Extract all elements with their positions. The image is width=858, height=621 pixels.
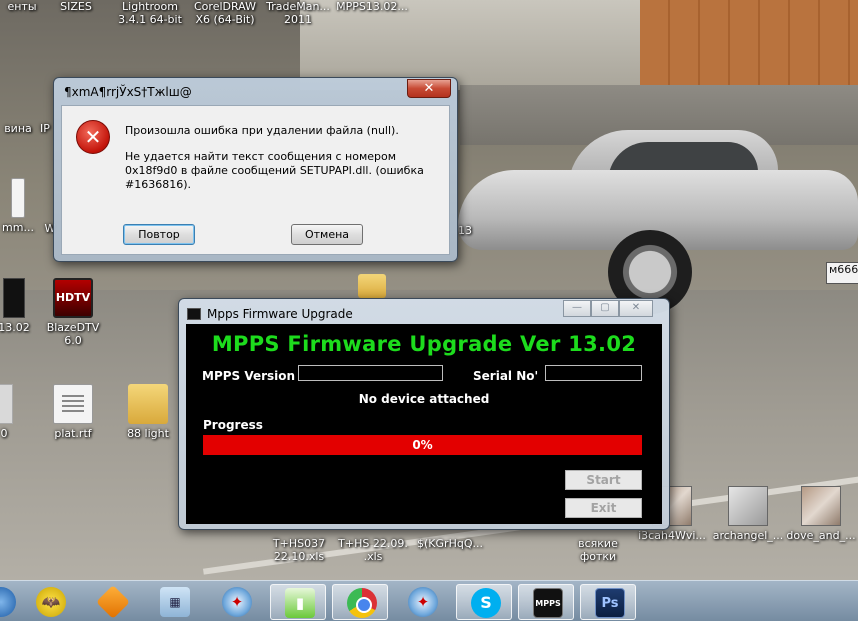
- desktop-icon-image[interactable]: dove_and_...: [784, 486, 858, 542]
- winamp-icon: [96, 585, 130, 619]
- desktop-icon-mpps[interactable]: MPPS13.02...: [336, 0, 408, 13]
- app-icon: [3, 278, 25, 318]
- taskbar-app-batman[interactable]: 🦇: [22, 584, 78, 620]
- skype-icon: S: [471, 588, 501, 618]
- taskbar-app-skype[interactable]: S: [456, 584, 512, 620]
- desktop-icon[interactable]: енты: [0, 0, 44, 13]
- document-icon: [11, 178, 25, 218]
- close-button[interactable]: ✕: [619, 300, 653, 317]
- mpps-window: Mpps Firmware Upgrade — ▢ ✕ MPPS Firmwar…: [178, 298, 670, 530]
- taskbar-app-mpps[interactable]: MPPS: [518, 584, 574, 620]
- start-button[interactable]: Start: [565, 470, 642, 490]
- desktop-icon[interactable]: 13.02: [0, 278, 42, 334]
- exit-button[interactable]: Exit: [565, 498, 642, 518]
- hdtv-icon: HDTV: [53, 278, 93, 318]
- desktop-icon[interactable]: [352, 274, 392, 301]
- desktop-icon-image[interactable]: $(KGrHqQ...: [408, 537, 492, 550]
- desktop-icon-image[interactable]: archangel_...: [710, 486, 786, 542]
- retry-button[interactable]: Повтор: [123, 224, 195, 245]
- cancel-button[interactable]: Отмена: [291, 224, 363, 245]
- desktop-icon-blazedtv[interactable]: HDTV BlazeDTV 6.0: [37, 278, 109, 347]
- mpps-version-label: MPPS Version: [202, 369, 296, 383]
- taskbar-app-photoshop[interactable]: Ps: [580, 584, 636, 620]
- desktop-icon-trademan[interactable]: TradeMan... 2011: [262, 0, 334, 26]
- desktop-icon-plat-rtf[interactable]: plat.rtf: [37, 384, 109, 440]
- wallpaper-car: м666м: [458, 130, 858, 314]
- safari-icon: ✦: [408, 587, 438, 617]
- photoshop-icon: Ps: [595, 588, 625, 618]
- batman-icon: 🦇: [36, 587, 66, 617]
- maximize-button[interactable]: ▢: [591, 300, 619, 317]
- progress-label: Progress: [203, 418, 263, 432]
- app-icon: [0, 384, 13, 424]
- mpps-icon: MPPS: [533, 588, 563, 618]
- chrome-icon: [347, 588, 377, 618]
- mpps-heading: MPPS Firmware Upgrade Ver 13.02: [211, 332, 637, 356]
- serial-no-label: Serial No': [473, 369, 539, 383]
- gsm-icon: ▮: [285, 588, 315, 618]
- desktop-icon-coreldraw[interactable]: CorelDRAW X6 (64-Bit): [187, 0, 263, 26]
- progress-bar: 0%: [203, 435, 642, 455]
- taskbar-app-winamp[interactable]: [84, 584, 140, 620]
- mpps-window-title: Mpps Firmware Upgrade: [207, 307, 353, 321]
- image-thumbnail-icon: [801, 486, 841, 526]
- error-message-detail: Не удается найти текст сообщения с номер…: [125, 150, 424, 191]
- serial-no-field[interactable]: [545, 365, 642, 381]
- progress-percent-text: 0%: [412, 438, 433, 452]
- taskbar-app-safari[interactable]: ✦: [208, 584, 264, 620]
- desktop-icon-88-light[interactable]: 88 light: [112, 384, 184, 440]
- mpps-version-field[interactable]: [298, 365, 443, 381]
- taskbar-app-gsm[interactable]: ▮: [270, 584, 326, 620]
- taskbar-app-safari[interactable]: ✦: [394, 584, 450, 620]
- folder-icon: [358, 274, 386, 298]
- minimize-button[interactable]: —: [563, 300, 591, 317]
- error-dialog-body: ✕ Произошла ошибка при удалении файла (n…: [61, 105, 450, 255]
- start-orb-icon: [0, 587, 16, 617]
- mpps-app-icon: [187, 308, 201, 320]
- taskbar: 🦇 ▦ ✦ ▮ ✦ S MPPS Ps: [0, 580, 858, 621]
- minimize-icon: —: [572, 302, 582, 313]
- car-plate: м666м: [826, 262, 858, 284]
- taskbar-app-calculator[interactable]: ▦: [146, 584, 202, 620]
- calculator-icon: ▦: [160, 587, 190, 617]
- error-dialog-close-button[interactable]: ✕: [407, 79, 451, 98]
- close-icon: ✕: [423, 81, 435, 96]
- mpps-client-area: MPPS Firmware Upgrade Ver 13.02 MPPS Ver…: [186, 324, 662, 524]
- image-thumbnail-icon: [728, 486, 768, 526]
- desktop-icon[interactable]: 0: [0, 384, 24, 440]
- desktop-icon-xls[interactable]: T+HS037 22.10.xls: [262, 537, 336, 563]
- rtf-document-icon: [53, 384, 93, 424]
- safari-icon: ✦: [222, 587, 252, 617]
- device-status-text: No device attached: [358, 392, 490, 406]
- error-dialog-title: ¶xmA¶rrjЎxS†Tжlш@: [64, 85, 192, 99]
- desktop-icon-sizes[interactable]: SIZES: [40, 0, 112, 13]
- error-message: Произошла ошибка при удалении файла (nul…: [125, 124, 399, 137]
- desktop-icon-lightroom[interactable]: Lightroom 3.4.1 64-bit: [112, 0, 188, 26]
- folder-icon: [128, 384, 168, 424]
- error-icon: ✕: [76, 120, 110, 154]
- desktop-icon-folder-photos[interactable]: всякие фотки: [562, 537, 634, 563]
- close-icon: ✕: [631, 302, 641, 313]
- desktop-icon-xls[interactable]: T+HS 22.09. .xls: [336, 537, 410, 563]
- maximize-icon: ▢: [600, 302, 610, 313]
- taskbar-app-chrome[interactable]: [332, 584, 388, 620]
- error-dialog: ¶xmA¶rrjЎxS†Tжlш@ ✕ ✕ Произошла ошибка п…: [53, 77, 458, 262]
